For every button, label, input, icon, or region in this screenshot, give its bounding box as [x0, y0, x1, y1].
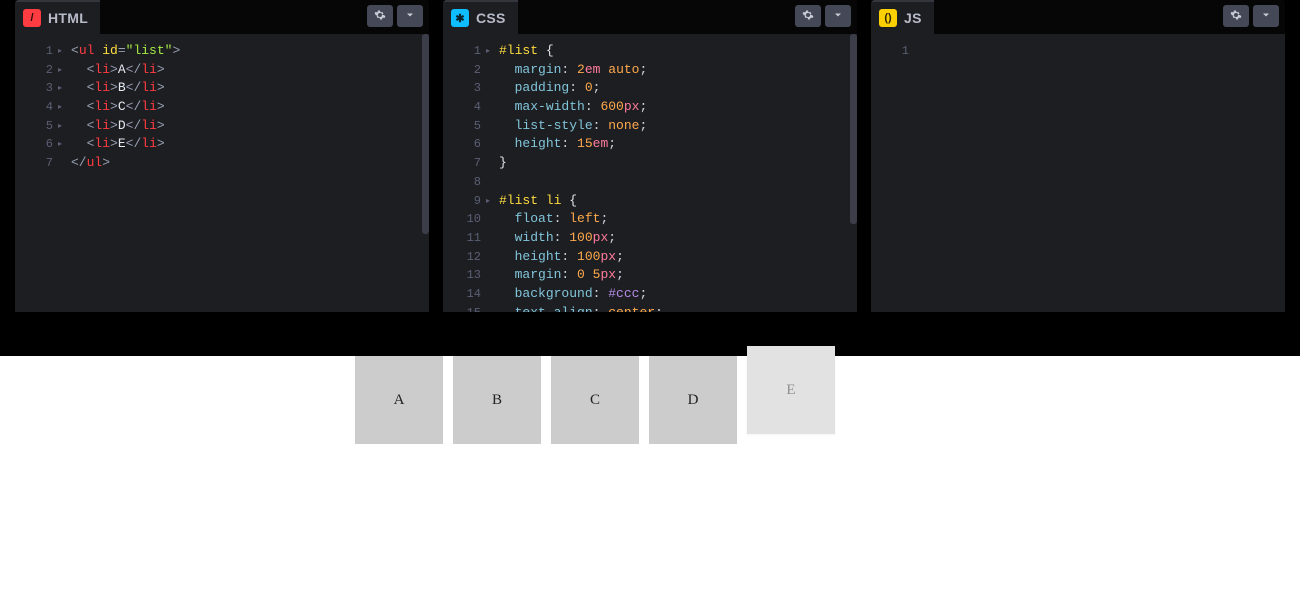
panel-css: ✱ CSS 123456789101112131415 #list { marg…	[443, 0, 857, 312]
html-icon: /	[23, 9, 41, 27]
panel-title-html: HTML	[48, 10, 88, 26]
code-editor-js[interactable]: 1	[871, 34, 1285, 312]
code-editor-html[interactable]: 1234567 <ul id="list"> <li>A</li> <li>B<…	[15, 34, 429, 312]
code-css: #list { margin: 2em auto; padding: 0; ma…	[487, 34, 857, 312]
panel-html: / HTML 1234567 <ul id="list"> <li>A</li>…	[15, 0, 429, 312]
panel-title-css: CSS	[476, 10, 506, 26]
chevron-down-icon	[1260, 9, 1272, 24]
expand-button[interactable]	[397, 5, 423, 27]
list-item[interactable]: C	[551, 356, 639, 444]
gear-icon	[374, 9, 386, 24]
panel-actions-js	[1223, 5, 1279, 27]
gutter-css: 123456789101112131415	[443, 34, 487, 312]
settings-button[interactable]	[1223, 5, 1249, 27]
list-item[interactable]: D	[649, 356, 737, 444]
chevron-down-icon	[404, 9, 416, 24]
code-html: <ul id="list"> <li>A</li> <li>B</li> <li…	[59, 34, 429, 312]
list-item[interactable]: A	[355, 356, 443, 444]
code-editor-css[interactable]: 123456789101112131415 #list { margin: 2e…	[443, 34, 857, 312]
settings-button[interactable]	[795, 5, 821, 27]
gear-icon	[802, 9, 814, 24]
editors-row: / HTML 1234567 <ul id="list"> <li>A</li>…	[0, 0, 1300, 312]
scrollbar-thumb[interactable]	[850, 34, 857, 224]
output-pane: ABCDE	[0, 356, 1300, 609]
expand-button[interactable]	[1253, 5, 1279, 27]
output-list: ABCDE	[350, 356, 950, 596]
panel-tab-css[interactable]: ✱ CSS	[443, 0, 518, 34]
panel-header-css: ✱ CSS	[443, 0, 857, 34]
panel-actions-html	[367, 5, 423, 27]
panel-actions-css	[795, 5, 851, 27]
css-icon: ✱	[451, 9, 469, 27]
panel-header-html: / HTML	[15, 0, 429, 34]
settings-button[interactable]	[367, 5, 393, 27]
panel-title-js: JS	[904, 10, 922, 26]
gutter-html: 1234567	[15, 34, 59, 312]
code-js	[915, 34, 1285, 312]
pane-resizer[interactable]	[0, 312, 1300, 328]
panel-header-js: () JS	[871, 0, 1285, 34]
list-item[interactable]: E	[747, 346, 835, 434]
scrollbar-thumb[interactable]	[422, 34, 429, 234]
chevron-down-icon	[832, 9, 844, 24]
list-item[interactable]: B	[453, 356, 541, 444]
js-icon: ()	[879, 9, 897, 27]
gutter-js: 1	[871, 34, 915, 312]
panel-tab-js[interactable]: () JS	[871, 0, 934, 34]
expand-button[interactable]	[825, 5, 851, 27]
panel-js: () JS 1	[871, 0, 1285, 312]
gear-icon	[1230, 9, 1242, 24]
panel-tab-html[interactable]: / HTML	[15, 0, 100, 34]
